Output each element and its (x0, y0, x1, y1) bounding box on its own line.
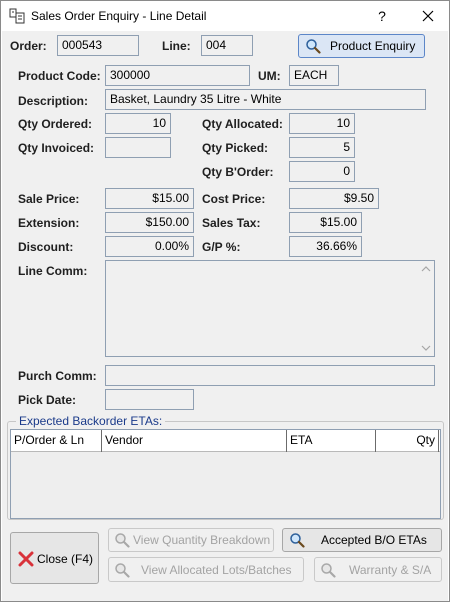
window-title: Sales Order Enquiry - Line Detail (31, 9, 207, 23)
description-label: Description: (18, 94, 89, 108)
close-x-icon (18, 551, 34, 567)
extension-field[interactable]: $150.00 (105, 212, 194, 233)
qty-invoiced-label: Qty Invoiced: (18, 141, 95, 155)
window-close-button[interactable] (411, 1, 445, 31)
magnifier-icon (290, 533, 305, 548)
sale-price-label: Sale Price: (18, 192, 80, 206)
view-qty-breakdown-label: View Quantity Breakdown (133, 533, 271, 547)
column-header-vendor[interactable]: Vendor (102, 430, 287, 452)
order-field[interactable]: 000543 (57, 35, 139, 56)
pick-date-field[interactable] (105, 389, 194, 410)
column-header-eta[interactable]: ETA (287, 430, 376, 452)
sale-price-field[interactable]: $15.00 (105, 188, 194, 209)
gp-field[interactable]: 36.66% (289, 236, 362, 257)
product-code-field[interactable]: 300000 (105, 65, 250, 86)
cost-price-field[interactable]: $9.50 (289, 188, 379, 209)
sales-tax-field[interactable]: $15.00 (289, 212, 362, 233)
title-bar: Sales Order Enquiry - Line Detail ? (1, 1, 449, 31)
warranty-button[interactable]: Warranty & S/A (314, 557, 442, 582)
line-field[interactable]: 004 (201, 35, 253, 56)
discount-field[interactable]: 0.00% (105, 236, 194, 257)
accepted-bo-label: Accepted B/O ETAs (321, 533, 427, 547)
sales-tax-label: Sales Tax: (202, 216, 261, 230)
close-button-label: Close (F4) (37, 552, 94, 566)
scroll-down-icon[interactable] (421, 344, 431, 352)
line-comm-memo[interactable] (105, 260, 435, 357)
column-header-porder[interactable]: P/Order & Ln (11, 430, 102, 452)
product-enquiry-button[interactable]: Product Enquiry (298, 34, 425, 58)
qty-border-label: Qty B'Order: (202, 165, 274, 179)
gp-label: G/P %: (202, 240, 241, 254)
purch-comm-field[interactable] (105, 365, 435, 386)
backorder-group: Expected Backorder ETAs: P/Order & Ln Ve… (7, 414, 444, 520)
column-header-qty[interactable]: Qty (376, 430, 439, 452)
backorder-grid[interactable]: P/Order & Ln Vendor ETA Qty (10, 429, 441, 519)
view-qty-breakdown-button[interactable]: View Quantity Breakdown (108, 528, 274, 552)
qty-picked-field[interactable]: 5 (289, 137, 355, 158)
line-comm-scrollbar[interactable] (418, 261, 434, 356)
discount-label: Discount: (18, 240, 74, 254)
purch-comm-label: Purch Comm: (18, 369, 97, 383)
line-comm-label: Line Comm: (18, 264, 88, 278)
accepted-bo-button[interactable]: Accepted B/O ETAs (282, 528, 442, 552)
description-field[interactable]: Basket, Laundry 35 Litre - White (105, 89, 426, 110)
help-button[interactable]: ? (367, 1, 397, 31)
line-label: Line: (162, 39, 191, 53)
cost-price-label: Cost Price: (202, 192, 266, 206)
qty-invoiced-field[interactable] (105, 137, 171, 158)
qty-border-field[interactable]: 0 (289, 161, 355, 182)
qty-picked-label: Qty Picked: (202, 141, 269, 155)
qty-ordered-field[interactable]: 10 (105, 113, 171, 134)
um-field[interactable]: EACH (289, 65, 339, 86)
dialog-window: Sales Order Enquiry - Line Detail ? Orde… (0, 0, 450, 602)
order-label: Order: (10, 39, 47, 53)
magnifier-icon (115, 563, 130, 578)
backorder-grid-header: P/Order & Ln Vendor ETA Qty (11, 430, 440, 452)
um-label: UM: (258, 69, 281, 83)
dialog-body: Order: 000543 Line: 004 Product Enquiry … (2, 31, 448, 601)
magnifier-icon (306, 39, 321, 54)
product-code-label: Product Code: (18, 69, 101, 83)
warranty-label: Warranty & S/A (349, 563, 432, 577)
magnifier-icon (321, 563, 336, 578)
magnifier-icon (115, 533, 130, 548)
extension-label: Extension: (18, 216, 80, 230)
qty-allocated-label: Qty Allocated: (202, 117, 283, 131)
close-button[interactable]: Close (F4) (10, 532, 99, 584)
qty-allocated-field[interactable]: 10 (289, 113, 355, 134)
view-allocated-label: View Allocated Lots/Batches (141, 563, 292, 577)
qty-ordered-label: Qty Ordered: (18, 117, 93, 131)
view-allocated-button[interactable]: View Allocated Lots/Batches (108, 557, 304, 582)
scroll-up-icon[interactable] (421, 265, 431, 273)
pick-date-label: Pick Date: (18, 393, 77, 407)
product-enquiry-label: Product Enquiry (330, 39, 416, 53)
close-icon (422, 10, 434, 22)
backorder-group-title: Expected Backorder ETAs: (16, 414, 166, 428)
app-icon (9, 8, 25, 24)
